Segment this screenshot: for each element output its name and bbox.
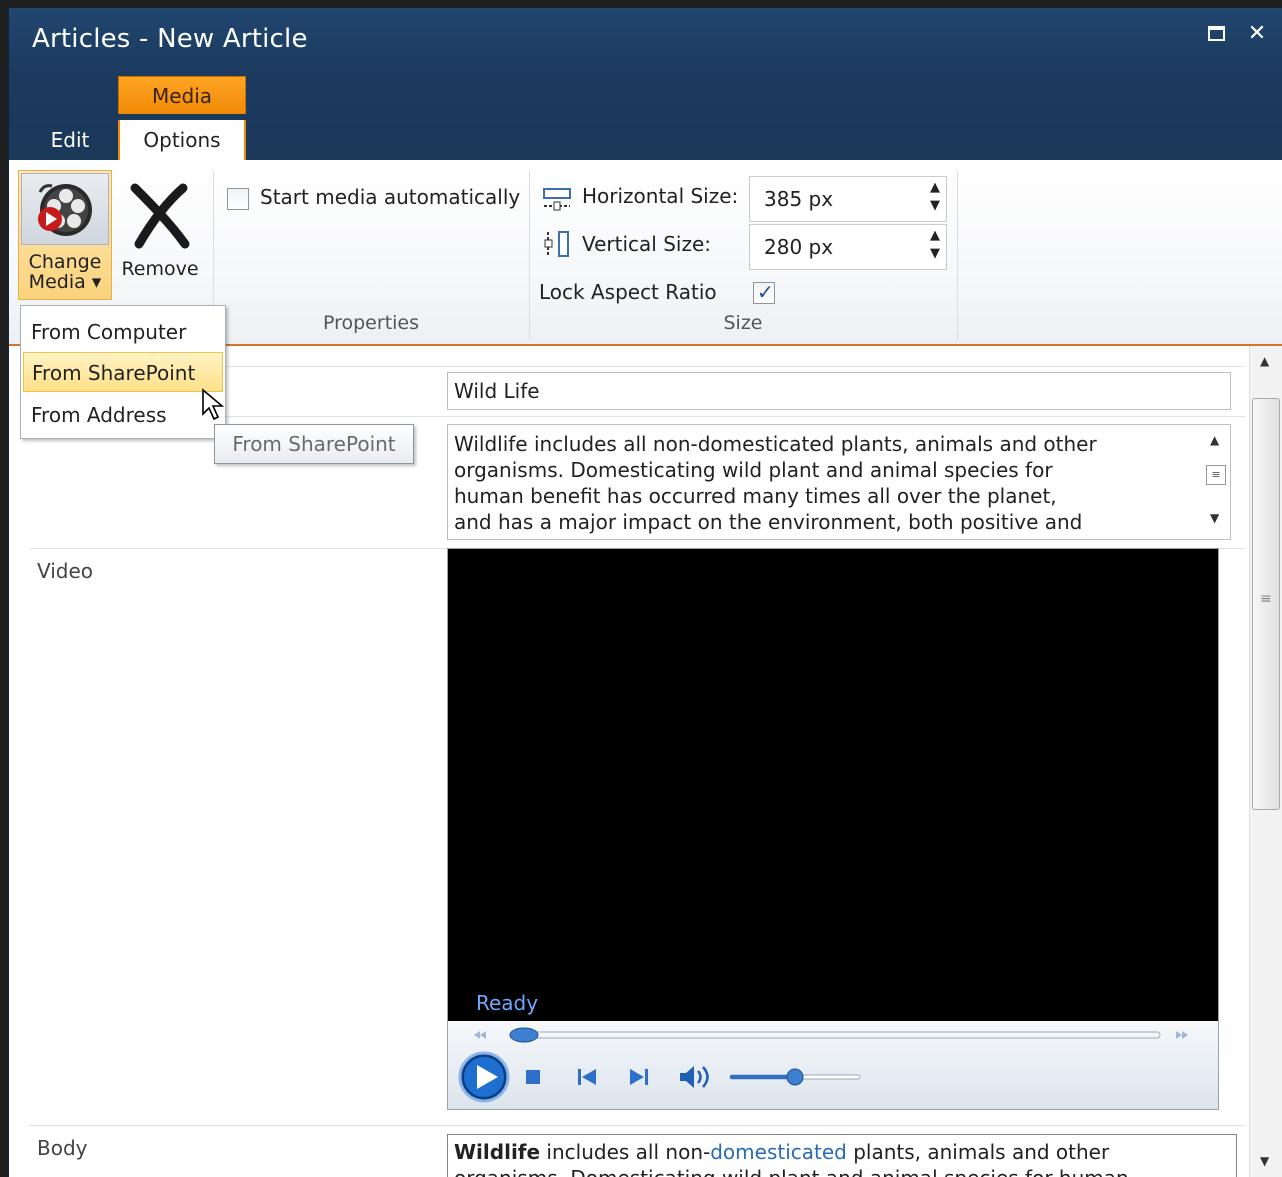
- scroll-up-icon[interactable]: ▲: [1210, 433, 1219, 447]
- summary-line: and has a major impact on the environmen…: [454, 510, 1083, 534]
- fast-forward-icon[interactable]: [1176, 1031, 1188, 1039]
- dialog-window: Articles - New Article ✕ Media Edit Opti…: [8, 8, 1282, 1177]
- spinner-arrows-icon[interactable]: ▲ ▼: [930, 179, 940, 215]
- mouse-cursor-icon: [202, 388, 225, 421]
- summary-line: organisms. Domesticating wild plant and …: [454, 458, 1053, 482]
- seek-thumb[interactable]: [509, 1027, 539, 1043]
- horizontal-size-label: Horizontal Size:: [582, 184, 739, 208]
- play-button[interactable]: [458, 1051, 510, 1103]
- change-media-menu: From Computer From SharePoint From Addre…: [20, 305, 226, 439]
- group-separator: [957, 170, 958, 340]
- horizontal-size-spinner[interactable]: 385 px ▲ ▼: [749, 176, 947, 222]
- main-scrollbar[interactable]: ▲ ≡ ▼: [1249, 346, 1282, 1177]
- lock-aspect-ratio-label: Lock Aspect Ratio: [539, 280, 717, 304]
- tooltip: From SharePoint: [214, 424, 414, 464]
- scroll-grip-icon[interactable]: ≡: [1206, 465, 1226, 485]
- spinner-arrows-icon[interactable]: ▲ ▼: [930, 227, 940, 263]
- row-separator: [29, 1125, 1245, 1126]
- size-group-label: Size: [723, 312, 763, 334]
- summary-textarea[interactable]: Wildlife includes all non-domesticated p…: [447, 424, 1231, 540]
- maximize-icon: [1207, 26, 1225, 41]
- dialog-title: Articles - New Article: [32, 24, 308, 54]
- tab-edit[interactable]: Edit: [37, 120, 103, 160]
- body-line: organisms. Domesticating wild plant and …: [454, 1165, 1129, 1177]
- vertical-size-value: 280 px: [764, 235, 834, 259]
- scrollbar-thumb[interactable]: ≡: [1252, 398, 1280, 810]
- start-automatically-checkbox[interactable]: [227, 188, 249, 210]
- menu-item-from-computer[interactable]: From Computer: [23, 312, 223, 352]
- properties-group-label: Properties: [322, 312, 420, 334]
- body-line: Wildlife includes all non-domesticated p…: [454, 1139, 1129, 1165]
- vertical-size-icon: [544, 231, 569, 257]
- scroll-down-icon[interactable]: ▼: [1210, 511, 1219, 525]
- rewind-icon[interactable]: [474, 1031, 486, 1039]
- start-automatically-label: Start media automatically: [260, 185, 521, 209]
- maximize-button[interactable]: [1204, 22, 1228, 46]
- volume-fill: [730, 1075, 795, 1079]
- remove-label: Remove: [121, 258, 199, 280]
- title-input[interactable]: Wild Life: [447, 372, 1231, 410]
- lock-aspect-ratio-checkbox[interactable]: [753, 280, 775, 304]
- film-reel-icon: [21, 173, 109, 245]
- change-media-label: Change: [28, 251, 102, 273]
- body-bold-word: Wildlife: [454, 1140, 541, 1164]
- scroll-up-icon[interactable]: ▲: [1260, 354, 1269, 368]
- video-player[interactable]: Ready: [447, 548, 1219, 1110]
- summary-line: human benefit has occurred many times al…: [454, 484, 1057, 508]
- remove-x-icon: [130, 183, 190, 249]
- vertical-size-label: Vertical Size:: [582, 232, 712, 256]
- horizontal-size-value: 385 px: [764, 187, 834, 211]
- summary-scrollbar[interactable]: ▲ ≡ ▼: [1202, 425, 1230, 539]
- player-status: Ready: [476, 991, 539, 1015]
- body-text-run: plants, animals and other: [846, 1140, 1110, 1164]
- change-media-label-2: Media ▾: [28, 271, 102, 293]
- tab-options[interactable]: Options: [118, 120, 246, 162]
- summary-line: Wildlife includes all non-domesticated p…: [454, 432, 1097, 456]
- menu-item-from-address[interactable]: From Address: [23, 395, 223, 435]
- volume-thumb[interactable]: [786, 1068, 804, 1086]
- vertical-size-spinner[interactable]: 280 px ▲ ▼: [749, 224, 947, 270]
- body-text: Wildlife includes all non-domesticated p…: [454, 1139, 1129, 1177]
- body-field-label: Body: [37, 1136, 88, 1160]
- volume-icon[interactable]: [680, 1066, 709, 1088]
- title-input-value: Wild Life: [454, 379, 540, 403]
- close-button[interactable]: ✕: [1245, 22, 1269, 46]
- menu-item-from-sharepoint[interactable]: From SharePoint: [23, 352, 223, 392]
- title-bar: Articles - New Article ✕ Media Edit Opti…: [9, 8, 1282, 162]
- stop-button[interactable]: [526, 1070, 540, 1084]
- body-rich-text-editor[interactable]: Wildlife includes all non-domesticated p…: [447, 1134, 1237, 1177]
- change-media-button[interactable]: Change Media ▾: [18, 170, 112, 300]
- seek-track[interactable]: [509, 1031, 1161, 1039]
- scroll-down-icon[interactable]: ▼: [1260, 1154, 1269, 1168]
- next-button[interactable]: [630, 1069, 648, 1085]
- video-field-label: Video: [37, 559, 94, 583]
- horizontal-size-icon: [543, 188, 571, 211]
- body-link-domesticated[interactable]: domesticated: [710, 1140, 847, 1164]
- scroll-grip-icon: ≡: [1260, 591, 1272, 607]
- summary-text: Wildlife includes all non-domesticated p…: [454, 431, 1194, 535]
- player-controls: [448, 1021, 1218, 1109]
- remove-button[interactable]: Remove: [117, 174, 203, 284]
- body-text-run: includes all non-: [540, 1140, 711, 1164]
- previous-button[interactable]: [578, 1069, 596, 1085]
- contextual-group-media: Media: [118, 76, 246, 114]
